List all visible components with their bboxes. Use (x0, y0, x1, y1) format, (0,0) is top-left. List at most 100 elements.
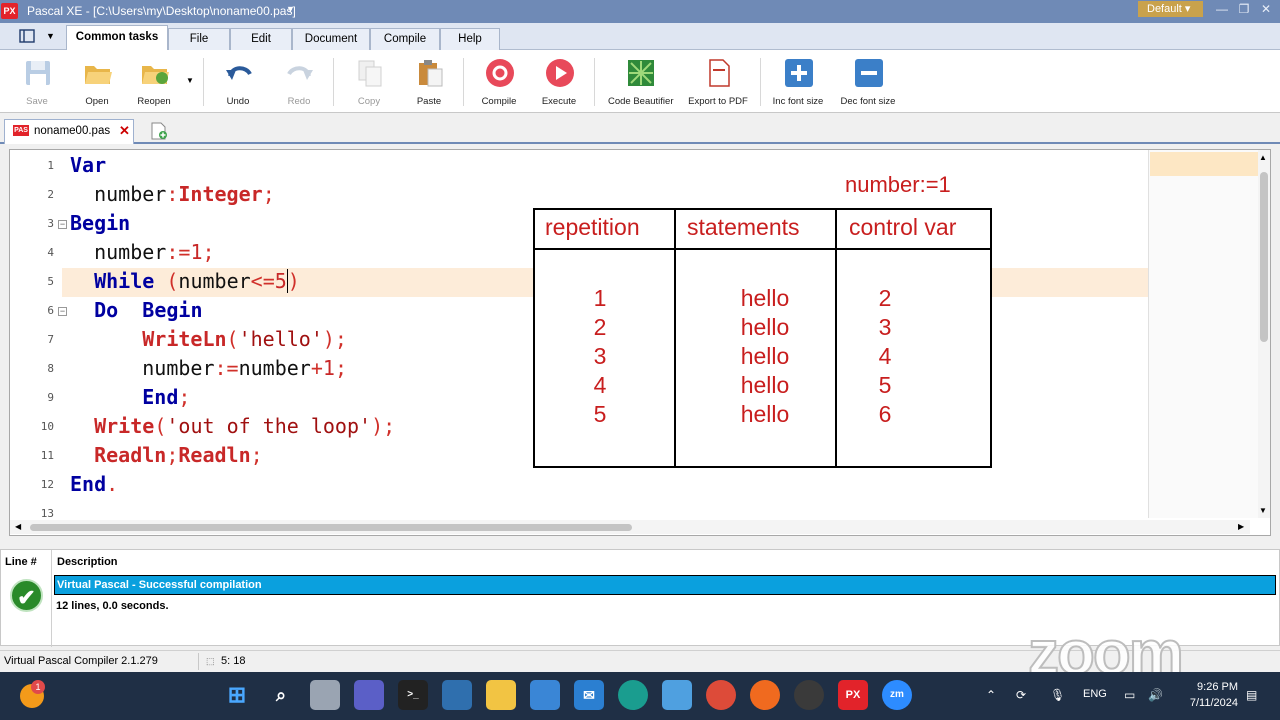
reopen-button[interactable]: Reopen (122, 54, 186, 110)
restore-icon[interactable]: ❐ (1234, 2, 1254, 19)
tab-help[interactable]: Help (440, 28, 500, 50)
pascal-xe-icon[interactable]: PX (838, 680, 868, 710)
search-icon[interactable]: ⌕ (266, 680, 296, 710)
dec-font-size-button[interactable]: Dec font size (836, 54, 900, 110)
clock-date[interactable]: 7/11/2024 (1180, 697, 1238, 709)
line-number: 1 (47, 159, 54, 172)
windows-taskbar: 1 ⊞ ⌕ >_ ✉ PX zm ⌃ ⟳ 🎙 ENG ▭ 🔊 9:26 PM 7… (0, 672, 1280, 720)
scroll-right-icon[interactable]: ▶ (1238, 522, 1244, 531)
theme-selector[interactable]: Default ▾ (1138, 1, 1203, 17)
minimize-icon[interactable]: — (1212, 2, 1232, 19)
fold-toggle-icon[interactable]: − (58, 307, 67, 316)
task-view-icon[interactable] (310, 680, 340, 710)
code-line-12: End. (70, 472, 119, 496)
language-indicator[interactable]: ENG (1083, 688, 1107, 700)
tray-overflow-icon[interactable]: ⌃ (986, 688, 996, 702)
code-beautifier-button[interactable]: Code Beautifier (608, 54, 673, 110)
volume-icon[interactable]: 🔊 (1148, 688, 1163, 702)
undo-icon (226, 66, 252, 80)
reopen-dropdown-icon[interactable]: ▼ (186, 76, 194, 85)
line-number: 6 (47, 304, 54, 317)
vertical-scroll-thumb[interactable] (1260, 172, 1268, 342)
folder-open-icon (85, 66, 112, 84)
cell-statement: hello (740, 343, 790, 369)
close-tab-icon[interactable]: ✕ (119, 123, 130, 139)
edge-icon[interactable] (618, 680, 648, 710)
message-success-row[interactable]: Virtual Pascal - Successful compilation (54, 575, 1276, 595)
tab-compile[interactable]: Compile (370, 28, 440, 50)
document-tab[interactable]: PAS noname00.pas ✕ (4, 119, 134, 144)
network-icon[interactable]: ▭ (1124, 688, 1135, 702)
store-icon[interactable] (530, 680, 560, 710)
beautifier-icon (628, 60, 654, 86)
execute-button[interactable]: Execute (527, 54, 591, 110)
redo-button[interactable]: Redo (267, 54, 331, 110)
undo-label: Undo (226, 96, 250, 107)
line-number: 4 (47, 246, 54, 259)
cell-repetition: 2 (593, 314, 607, 340)
toolbar-separator (333, 58, 334, 106)
tab-file[interactable]: File (168, 28, 230, 50)
zoom-icon[interactable]: zm (882, 680, 912, 710)
export-pdf-button[interactable]: Export to PDF (686, 54, 750, 110)
quick-access-icon[interactable] (19, 29, 35, 46)
open-button[interactable]: Open (65, 54, 129, 110)
fold-toggle-icon[interactable]: − (58, 220, 67, 229)
folder-reopen-icon (142, 66, 169, 84)
notifications-icon[interactable]: ▤ (1246, 688, 1257, 702)
toolbar-separator (594, 58, 595, 106)
cell-statement: hello (740, 314, 790, 340)
terminal-icon[interactable]: >_ (398, 680, 428, 710)
tab-common-tasks[interactable]: Common tasks (66, 25, 168, 50)
cell-repetition: 4 (593, 372, 607, 398)
sync-icon[interactable]: ⟳ (1016, 688, 1026, 702)
microphone-icon[interactable]: 🎙 (1050, 688, 1065, 702)
annotation-trace-table: repetition statements control var 1 hell… (533, 208, 992, 468)
save-button[interactable]: Save (5, 54, 69, 110)
theme-label: Default (1147, 3, 1182, 15)
compile-button[interactable]: Compile (467, 54, 531, 110)
firefox-icon[interactable] (750, 680, 780, 710)
cursor-position-icon: ⬚ (206, 656, 215, 666)
mail-icon[interactable]: ✉ (574, 680, 604, 710)
close-icon[interactable]: ✕ (1256, 2, 1276, 19)
status-divider (198, 653, 199, 670)
notepad-icon[interactable] (662, 680, 692, 710)
title-dropdown-icon[interactable]: ▼ (286, 4, 295, 14)
tab-edit[interactable]: Edit (230, 28, 292, 50)
tab-document[interactable]: Document (292, 28, 370, 50)
cell-repetition: 3 (593, 343, 607, 369)
minus-icon (855, 59, 883, 87)
scroll-up-icon[interactable]: ▲ (1259, 153, 1267, 162)
toolbar-separator (203, 58, 204, 106)
start-icon[interactable]: ⊞ (222, 680, 252, 710)
chrome-icon[interactable] (706, 680, 736, 710)
clock-time[interactable]: 9:26 PM (1186, 681, 1238, 693)
table-divider (535, 248, 990, 250)
toolbar-ribbon: Save Open Reopen ▼ Undo Redo Copy Paste … (0, 50, 1280, 113)
scroll-left-icon[interactable]: ◀ (15, 522, 21, 531)
line-number: 10 (40, 420, 54, 433)
file-explorer-icon[interactable] (486, 680, 516, 710)
obs-icon[interactable] (794, 680, 824, 710)
code-overview-minimap[interactable] (1148, 150, 1258, 518)
paste-label: Paste (416, 96, 442, 107)
code-line-9: End; (142, 385, 191, 409)
teams-icon[interactable] (354, 680, 384, 710)
inc-font-size-button[interactable]: Inc font size (766, 54, 830, 110)
column-line-number: Line # (5, 556, 37, 568)
column-divider (51, 550, 52, 647)
paste-button[interactable]: Paste (397, 54, 461, 110)
copy-icon (358, 60, 382, 87)
code-line-11: Readln;Readln; (94, 443, 263, 467)
line-number: 3 (47, 217, 54, 230)
copy-button[interactable]: Copy (337, 54, 401, 110)
new-document-icon[interactable] (150, 122, 168, 143)
quick-access-dropdown-icon[interactable]: ▼ (46, 31, 55, 41)
scroll-down-icon[interactable]: ▼ (1259, 506, 1267, 515)
undo-button[interactable]: Undo (206, 54, 270, 110)
message-detail-row[interactable]: 12 lines, 0.0 seconds. (56, 600, 169, 612)
header-control-var: control var (849, 214, 957, 240)
horizontal-scroll-thumb[interactable] (30, 524, 632, 531)
virtualbox-icon[interactable] (442, 680, 472, 710)
